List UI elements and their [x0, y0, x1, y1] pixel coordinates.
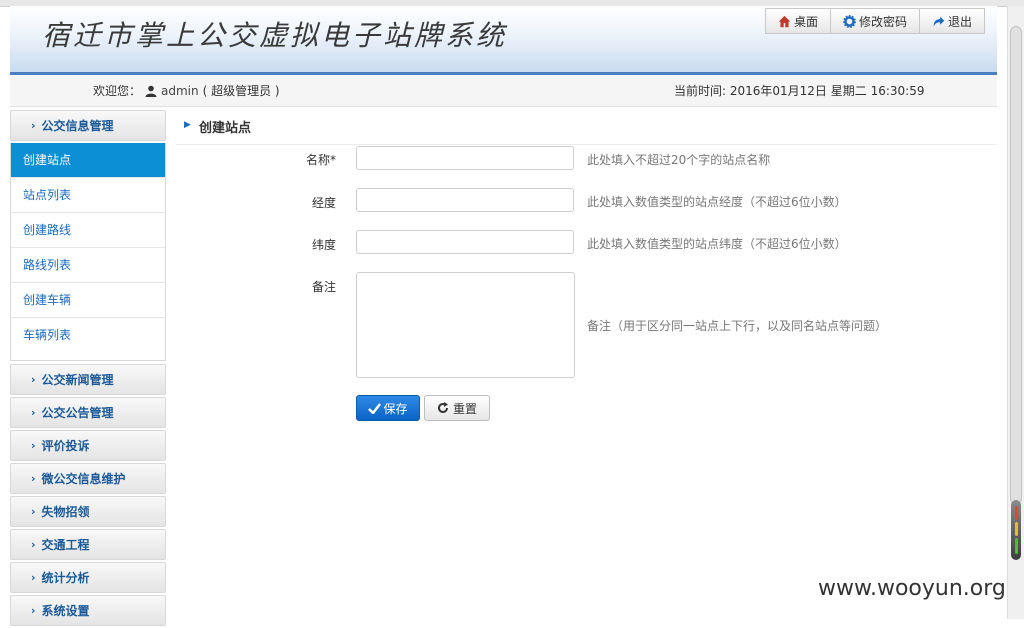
page-title: 创建站点 [199, 121, 252, 136]
menu-group-micro-bus[interactable]: › 微公交信息维护 [10, 463, 166, 494]
menu-group-label: 评价投诉 [41, 439, 90, 453]
username: admin [161, 83, 199, 98]
sidebar-item-create-route[interactable]: 创建路线 [11, 213, 165, 248]
reset-button-label: 重置 [452, 401, 477, 416]
menu-group-label: 公交公告管理 [41, 406, 114, 420]
menu-group-label: 公交新闻管理 [41, 373, 114, 387]
scrollbar-track[interactable] [1010, 26, 1022, 504]
desktop-button[interactable]: 桌面 [764, 8, 831, 34]
menu-group-statistics[interactable]: › 统计分析 [10, 562, 166, 593]
sidebar-item-create-vehicle[interactable]: 创建车辆 [11, 283, 165, 318]
logout-button[interactable]: 退出 [918, 8, 985, 34]
user-role: ( 超级管理员 ) [202, 84, 280, 98]
chevron-right-icon: › [31, 472, 36, 485]
header-actions: 桌面 修改密码 退出 [764, 8, 985, 34]
menu-group-bus-news[interactable]: › 公交新闻管理 [10, 364, 166, 395]
sidebar: › 公交信息管理 创建站点 站点列表 创建路线 路线列表 创建车辆 车辆列表 › 公… [10, 110, 166, 628]
longitude-input[interactable] [356, 188, 574, 212]
home-icon [778, 15, 791, 27]
chevron-right-icon: › [31, 571, 36, 584]
chevron-right-icon: › [31, 119, 36, 132]
check-icon [368, 402, 382, 414]
save-button-label: 保存 [383, 401, 408, 416]
latitude-label: 纬度 [311, 238, 336, 252]
remark-label: 备注 [311, 280, 336, 294]
chevron-right-icon: › [31, 373, 36, 386]
menu-group-label: 微公交信息维护 [41, 472, 126, 486]
exit-arrow-icon [933, 16, 945, 26]
current-time: 当前时间: 2016年01月12日 星期二 16:30:59 [674, 84, 925, 98]
chevron-right-icon: › [31, 505, 36, 518]
menu-group-label: 系统设置 [41, 604, 90, 618]
name-input[interactable] [356, 146, 574, 170]
chevron-right-icon: › [31, 604, 36, 617]
app-title: 宿迁市掌上公交虚拟电子站牌系统 [42, 19, 508, 52]
sidebar-item-vehicle-list[interactable]: 车辆列表 [11, 318, 165, 360]
refresh-icon [438, 402, 448, 413]
gear-icon [842, 14, 856, 28]
remark-hint: 备注（用于区分同一站点上下行，以及同名站点等问题） [587, 319, 888, 333]
sidebar-item-create-stop[interactable]: 创建站点 [11, 143, 165, 178]
reset-button[interactable]: 重置 [424, 395, 490, 421]
longitude-hint: 此处填入数值类型的站点经度（不超过6位小数） [587, 195, 847, 209]
user-icon [145, 85, 157, 97]
chevron-right-icon: › [31, 439, 36, 452]
name-label: 名称* [305, 153, 336, 167]
chevron-right-icon: › [31, 538, 36, 551]
menu-group-bus-info[interactable]: › 公交信息管理 [10, 110, 166, 141]
sidebar-item-stop-list[interactable]: 站点列表 [11, 178, 165, 213]
menu-group-label: 统计分析 [41, 571, 90, 585]
scrollbar-thumb[interactable] [1011, 500, 1021, 560]
name-hint: 此处填入不超过20个字的站点名称 [587, 153, 771, 167]
sidebar-item-route-list[interactable]: 路线列表 [11, 248, 165, 283]
welcome-text: 欢迎您： admin ( 超级管理员 ) [93, 82, 280, 99]
desktop-button-label: 桌面 [793, 14, 818, 29]
menu-group-label: 公交信息管理 [41, 119, 114, 133]
chevron-right-icon: › [31, 406, 36, 419]
menu-group-traffic-eng[interactable]: › 交通工程 [10, 529, 166, 560]
menu-group-settings[interactable]: › 系统设置 [10, 595, 166, 626]
menu-group-label: 交通工程 [41, 538, 90, 552]
longitude-label: 经度 [311, 196, 336, 210]
change-password-label: 修改密码 [858, 14, 907, 29]
info-bar: 欢迎您： admin ( 超级管理员 ) 当前时间: 2016年01月12日 星… [10, 75, 997, 107]
triangle-right-icon: ▶ [184, 120, 191, 130]
latitude-hint: 此处填入数值类型的站点纬度（不超过6位小数） [587, 237, 847, 251]
save-button[interactable]: 保存 [356, 395, 420, 421]
latitude-input[interactable] [356, 230, 574, 254]
vertical-scrollbar[interactable] [1007, 6, 1024, 619]
section-header: ▶ 创建站点 [176, 112, 997, 145]
change-password-button[interactable]: 修改密码 [829, 8, 920, 34]
menu-group-label: 失物招领 [41, 505, 90, 519]
app-header: 宿迁市掌上公交虚拟电子站牌系统 桌面 修改密码 退出 [10, 6, 997, 72]
logout-button-label: 退出 [947, 14, 972, 29]
submenu-bus-info: 创建站点 站点列表 创建路线 路线列表 创建车辆 车辆列表 [10, 143, 166, 361]
menu-group-feedback[interactable]: › 评价投诉 [10, 430, 166, 461]
remark-textarea[interactable] [356, 272, 575, 378]
watermark: www.wooyun.org [818, 576, 1006, 601]
menu-group-lost-found[interactable]: › 失物招领 [10, 496, 166, 527]
menu-group-bus-notice[interactable]: › 公交公告管理 [10, 397, 166, 428]
welcome-label: 欢迎您： [93, 84, 142, 98]
